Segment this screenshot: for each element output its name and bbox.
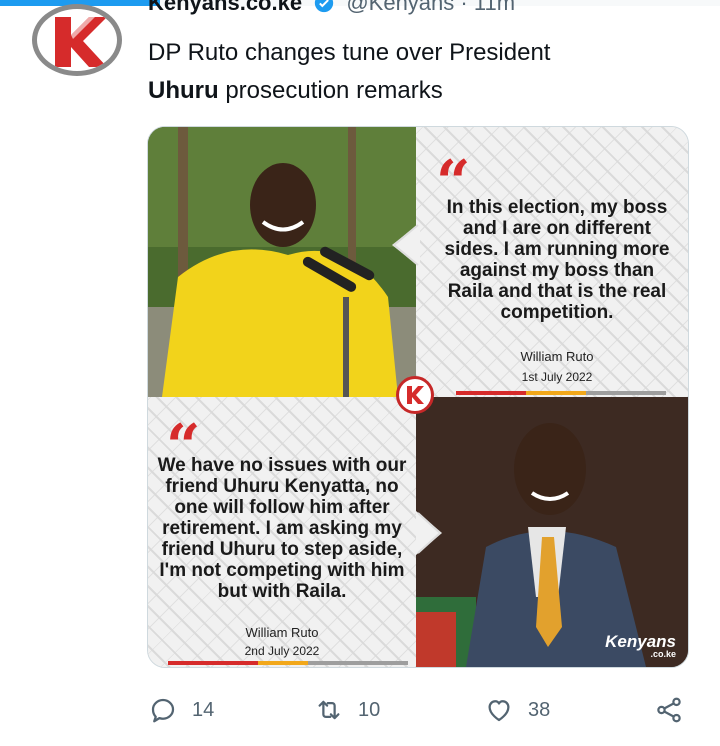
avatar[interactable] xyxy=(32,4,122,76)
kenyans-watermark: Kenyans .co.ke xyxy=(605,632,676,659)
reply-icon xyxy=(151,698,175,723)
handle[interactable]: @Kenyans xyxy=(346,0,454,15)
colorbar-orange xyxy=(258,661,308,665)
retweet-button[interactable]: 10 xyxy=(314,690,380,730)
quote-2-date: 2nd July 2022 xyxy=(244,644,320,658)
colorbar-orange xyxy=(526,391,586,395)
like-count: 38 xyxy=(528,698,551,721)
tweet-header: Kenyans.co.ke @Kenyans · 11m xyxy=(148,0,515,16)
photo-ruto-suit-graphic xyxy=(416,397,688,667)
kenyans-logo-icon xyxy=(407,386,424,404)
separator-dot: · xyxy=(460,0,474,15)
tweet-actions: 14 10 38 xyxy=(0,690,720,730)
retweet-icon xyxy=(318,700,340,720)
colorbar-grey xyxy=(586,391,666,395)
timestamp[interactable]: 11m xyxy=(474,0,515,15)
photo-ruto-suit: Kenyans .co.ke xyxy=(416,397,688,667)
quote-2-author: William Ruto xyxy=(245,625,319,640)
quote-1-date: 1st July 2022 xyxy=(521,370,593,384)
colorbar-red xyxy=(456,391,526,395)
retweet-count: 10 xyxy=(358,698,381,721)
quote-1-author: William Ruto xyxy=(520,349,594,364)
photo-ruto-yellow-graphic xyxy=(148,127,416,397)
tweet-text-line1: DP Ruto changes tune over President xyxy=(148,39,551,66)
share-button[interactable] xyxy=(654,690,698,730)
reply-button[interactable]: 14 xyxy=(148,690,214,730)
notch-right-arrow-icon xyxy=(416,511,442,555)
center-logo xyxy=(396,376,434,414)
reply-count: 14 xyxy=(192,698,215,721)
kenyans-logo-icon xyxy=(55,17,107,67)
notch-left-arrow-icon xyxy=(392,223,420,267)
quote-2-text: We have no issues with our friend Uhuru … xyxy=(157,455,407,602)
verified-badge-icon xyxy=(315,0,334,13)
display-name[interactable]: Kenyans.co.ke xyxy=(148,0,302,15)
quote-card-1: “ In this election, my boss and I are on… xyxy=(416,127,688,397)
share-icon xyxy=(657,697,681,723)
tweet-text-bold: Uhuru xyxy=(148,77,219,104)
tweet-media[interactable]: “ In this election, my boss and I are on… xyxy=(147,126,689,668)
quote-card-2: “ We have no issues with our friend Uhur… xyxy=(148,397,416,667)
colorbar-red xyxy=(168,661,258,665)
tweet-text-rest: prosecution remarks xyxy=(225,77,443,104)
quote-1-text: In this election, my boss and I are on d… xyxy=(444,197,670,323)
like-button[interactable]: 38 xyxy=(484,690,550,730)
photo-ruto-yellow xyxy=(148,127,416,397)
tweet-text: DP Ruto changes tune over President Uhur… xyxy=(148,34,668,110)
colorbar-grey xyxy=(308,661,408,665)
heart-icon xyxy=(488,700,510,722)
